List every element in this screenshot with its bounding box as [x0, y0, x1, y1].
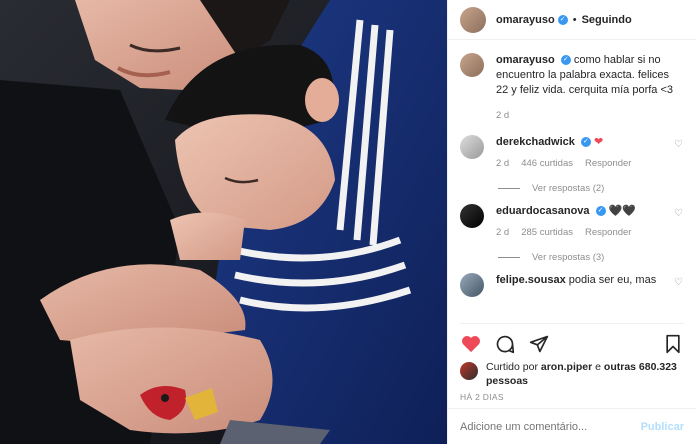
like-comment-icon[interactable]: ♡: [674, 208, 684, 219]
action-bar: [460, 323, 684, 357]
like-comment-icon[interactable]: ♡: [674, 277, 684, 288]
caption-age: 2 d: [496, 110, 510, 121]
comment-username[interactable]: felipe.sousax: [496, 274, 566, 286]
reply-button[interactable]: Responder: [585, 156, 631, 171]
liked-by-prefix: Curtido por: [486, 361, 538, 373]
separator-dot: •: [572, 13, 577, 26]
comment-age: 2 d: [496, 158, 510, 169]
add-comment-bar: Publicar: [448, 408, 696, 444]
comment-emoji: 🖤🖤: [608, 205, 637, 217]
comments-list[interactable]: omarayuso ✓ como hablar si no encuentro …: [448, 41, 696, 324]
liked-by-user[interactable]: aron.piper: [541, 361, 592, 373]
like-comment-icon[interactable]: ♡: [674, 139, 684, 150]
comment-input[interactable]: [460, 420, 641, 433]
avatar[interactable]: [460, 273, 484, 297]
following-button[interactable]: Seguindo: [582, 14, 632, 26]
bookmark-icon[interactable]: [662, 333, 684, 355]
comment-username[interactable]: derekchadwick: [496, 136, 575, 148]
post-timestamp[interactable]: HÁ 2 DIAS: [460, 392, 504, 402]
avatar[interactable]: [460, 6, 486, 33]
reply-button[interactable]: Responder: [585, 225, 631, 240]
verified-icon: ✓: [580, 137, 591, 148]
comment-icon[interactable]: [494, 333, 516, 355]
comment: felipe.sousax podia ser eu, mas ♡: [460, 273, 684, 297]
view-replies[interactable]: Ver respostas (2): [498, 183, 684, 194]
avatar[interactable]: [460, 204, 484, 228]
post-image: [0, 0, 447, 444]
author-username[interactable]: omarayuso: [496, 14, 555, 26]
comment-likes[interactable]: 285 curtidas: [521, 225, 573, 240]
avatar[interactable]: [460, 53, 484, 77]
comment-age: 2 d: [496, 227, 510, 238]
view-replies[interactable]: Ver respostas (3): [498, 252, 684, 263]
avatar[interactable]: [460, 362, 478, 380]
verified-icon: ✓: [595, 206, 606, 217]
instagram-post: omarayuso ✓ • Seguindo omarayuso ✓ como …: [0, 0, 696, 444]
comment-emoji: ❤: [594, 136, 604, 148]
comment-username[interactable]: eduardocasanova: [496, 205, 590, 217]
verified-icon: ✓: [557, 14, 568, 25]
liked-by-connector: e: [595, 361, 601, 373]
heart-icon[interactable]: [460, 333, 482, 355]
view-replies-label[interactable]: Ver respostas (3): [532, 252, 604, 263]
caption-username[interactable]: omarayuso: [496, 54, 555, 66]
comment: derekchadwick ✓ ❤ 2 d 446 curtidas Respo…: [460, 135, 684, 171]
post-header: omarayuso ✓ • Seguindo: [448, 0, 696, 40]
comment-text: podia ser eu, mas: [568, 274, 657, 286]
post-photo[interactable]: [0, 0, 447, 444]
liked-by: Curtido por aron.piper e outras 680.323 …: [460, 360, 684, 388]
publish-button[interactable]: Publicar: [641, 421, 684, 433]
comment: eduardocasanova ✓ 🖤🖤 2 d 285 curtidas Re…: [460, 204, 684, 240]
share-icon[interactable]: [528, 333, 550, 355]
avatar[interactable]: [460, 135, 484, 159]
view-replies-label[interactable]: Ver respostas (2): [532, 183, 604, 194]
caption: omarayuso ✓ como hablar si no encuentro …: [460, 53, 684, 123]
comment-likes[interactable]: 446 curtidas: [521, 156, 573, 171]
post-sidebar: omarayuso ✓ • Seguindo omarayuso ✓ como …: [447, 0, 696, 444]
verified-icon: ✓: [560, 55, 571, 66]
